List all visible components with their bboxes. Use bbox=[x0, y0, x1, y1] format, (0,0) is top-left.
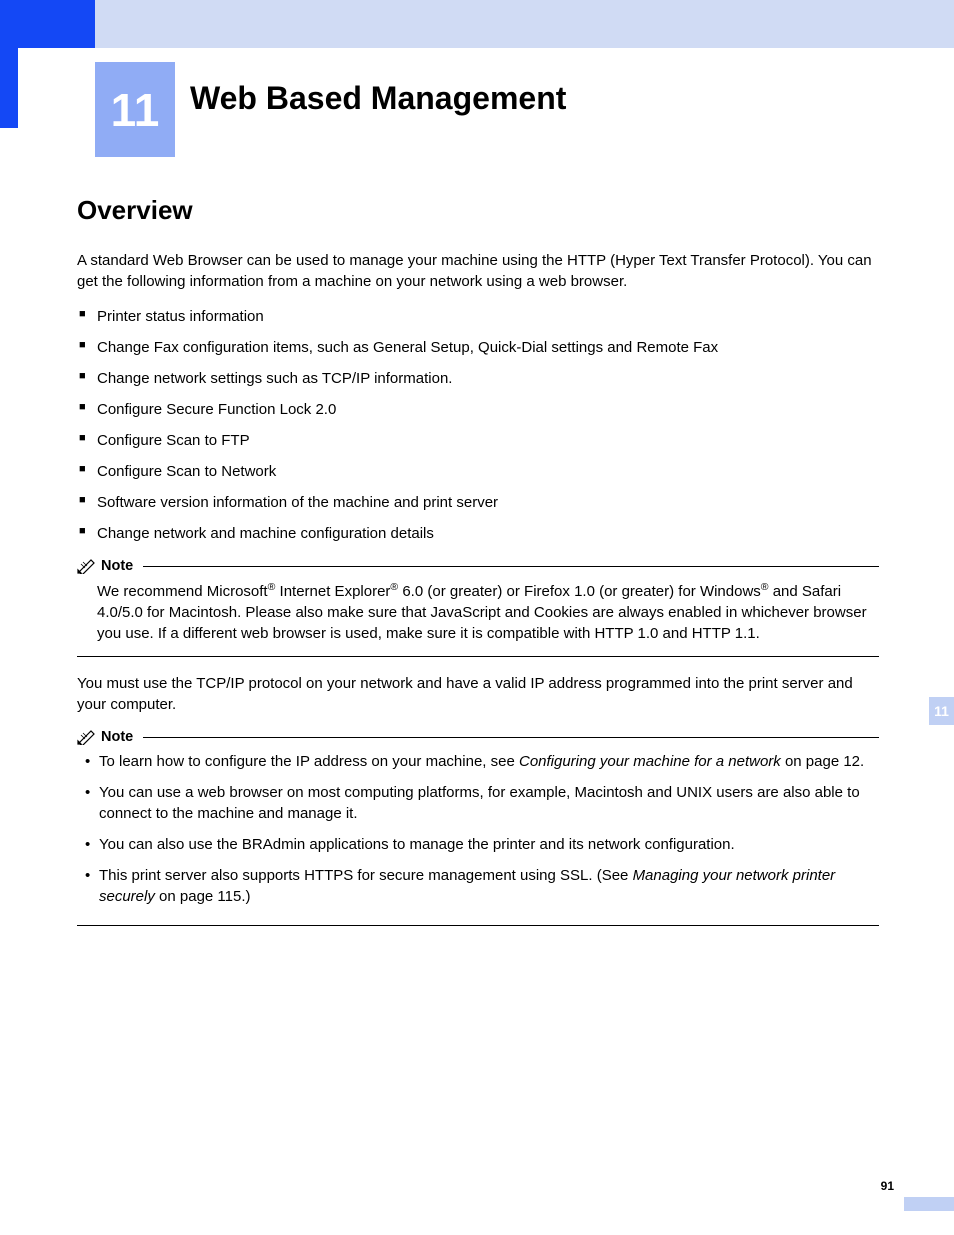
note-icon bbox=[77, 558, 97, 574]
note-rule bbox=[143, 566, 879, 567]
note-icon bbox=[77, 729, 97, 745]
registered-mark: ® bbox=[390, 581, 398, 593]
note-rule bbox=[77, 656, 879, 657]
note-header: Note bbox=[77, 729, 879, 745]
list-item: This print server also supports HTTPS fo… bbox=[77, 865, 879, 907]
note-block-1: Note We recommend Microsoft ® Internet Ex… bbox=[77, 558, 879, 657]
side-accent bbox=[0, 48, 18, 128]
list-item: Configure Secure Function Lock 2.0 bbox=[77, 399, 879, 420]
note-block-2: Note To learn how to configure the IP ad… bbox=[77, 729, 879, 926]
list-item: You can also use the BRAdmin application… bbox=[77, 834, 879, 855]
list-item: Change Fax configuration items, such as … bbox=[77, 337, 879, 358]
list-item: Configure Scan to Network bbox=[77, 461, 879, 482]
note-text: We recommend Microsoft bbox=[97, 583, 268, 600]
note-label: Note bbox=[101, 558, 133, 574]
note-text: This print server also supports HTTPS fo… bbox=[99, 867, 633, 884]
chapter-title: Web Based Management bbox=[190, 80, 566, 117]
note-rule bbox=[143, 737, 879, 738]
header-accent bbox=[0, 0, 95, 48]
list-item: Software version information of the mach… bbox=[77, 492, 879, 513]
page-content: Overview A standard Web Browser can be u… bbox=[77, 195, 879, 942]
note-text: Internet Explorer bbox=[275, 583, 390, 600]
header-band bbox=[0, 0, 954, 48]
list-item: Configure Scan to FTP bbox=[77, 430, 879, 451]
list-item: You can use a web browser on most comput… bbox=[77, 782, 879, 824]
chapter-tab[interactable]: 11 bbox=[929, 697, 954, 725]
intro-paragraph: A standard Web Browser can be used to ma… bbox=[77, 250, 879, 292]
list-item: Change network settings such as TCP/IP i… bbox=[77, 368, 879, 389]
note-label: Note bbox=[101, 729, 133, 745]
note-text: 6.0 (or greater) or Firefox 1.0 (or grea… bbox=[398, 583, 761, 600]
list-item: Change network and machine configuration… bbox=[77, 523, 879, 544]
note-text: on page 12. bbox=[781, 753, 864, 770]
chapter-number: 11 bbox=[111, 83, 160, 137]
section-heading: Overview bbox=[77, 195, 879, 226]
note-text: To learn how to configure the IP address… bbox=[99, 753, 519, 770]
chapter-number-box: 11 bbox=[95, 62, 175, 157]
note-text: on page 115.) bbox=[155, 888, 251, 905]
paragraph: You must use the TCP/IP protocol on your… bbox=[77, 673, 879, 715]
registered-mark: ® bbox=[761, 581, 769, 593]
cross-reference-link[interactable]: Configuring your machine for a network bbox=[519, 753, 781, 770]
feature-list: Printer status information Change Fax co… bbox=[77, 306, 879, 544]
note-body: We recommend Microsoft ® Internet Explore… bbox=[77, 580, 879, 656]
list-item: Printer status information bbox=[77, 306, 879, 327]
list-item: To learn how to configure the IP address… bbox=[77, 751, 879, 772]
note-header: Note bbox=[77, 558, 879, 574]
note-rule bbox=[77, 925, 879, 926]
footer-accent bbox=[904, 1197, 954, 1211]
page-number: 91 bbox=[881, 1179, 894, 1193]
